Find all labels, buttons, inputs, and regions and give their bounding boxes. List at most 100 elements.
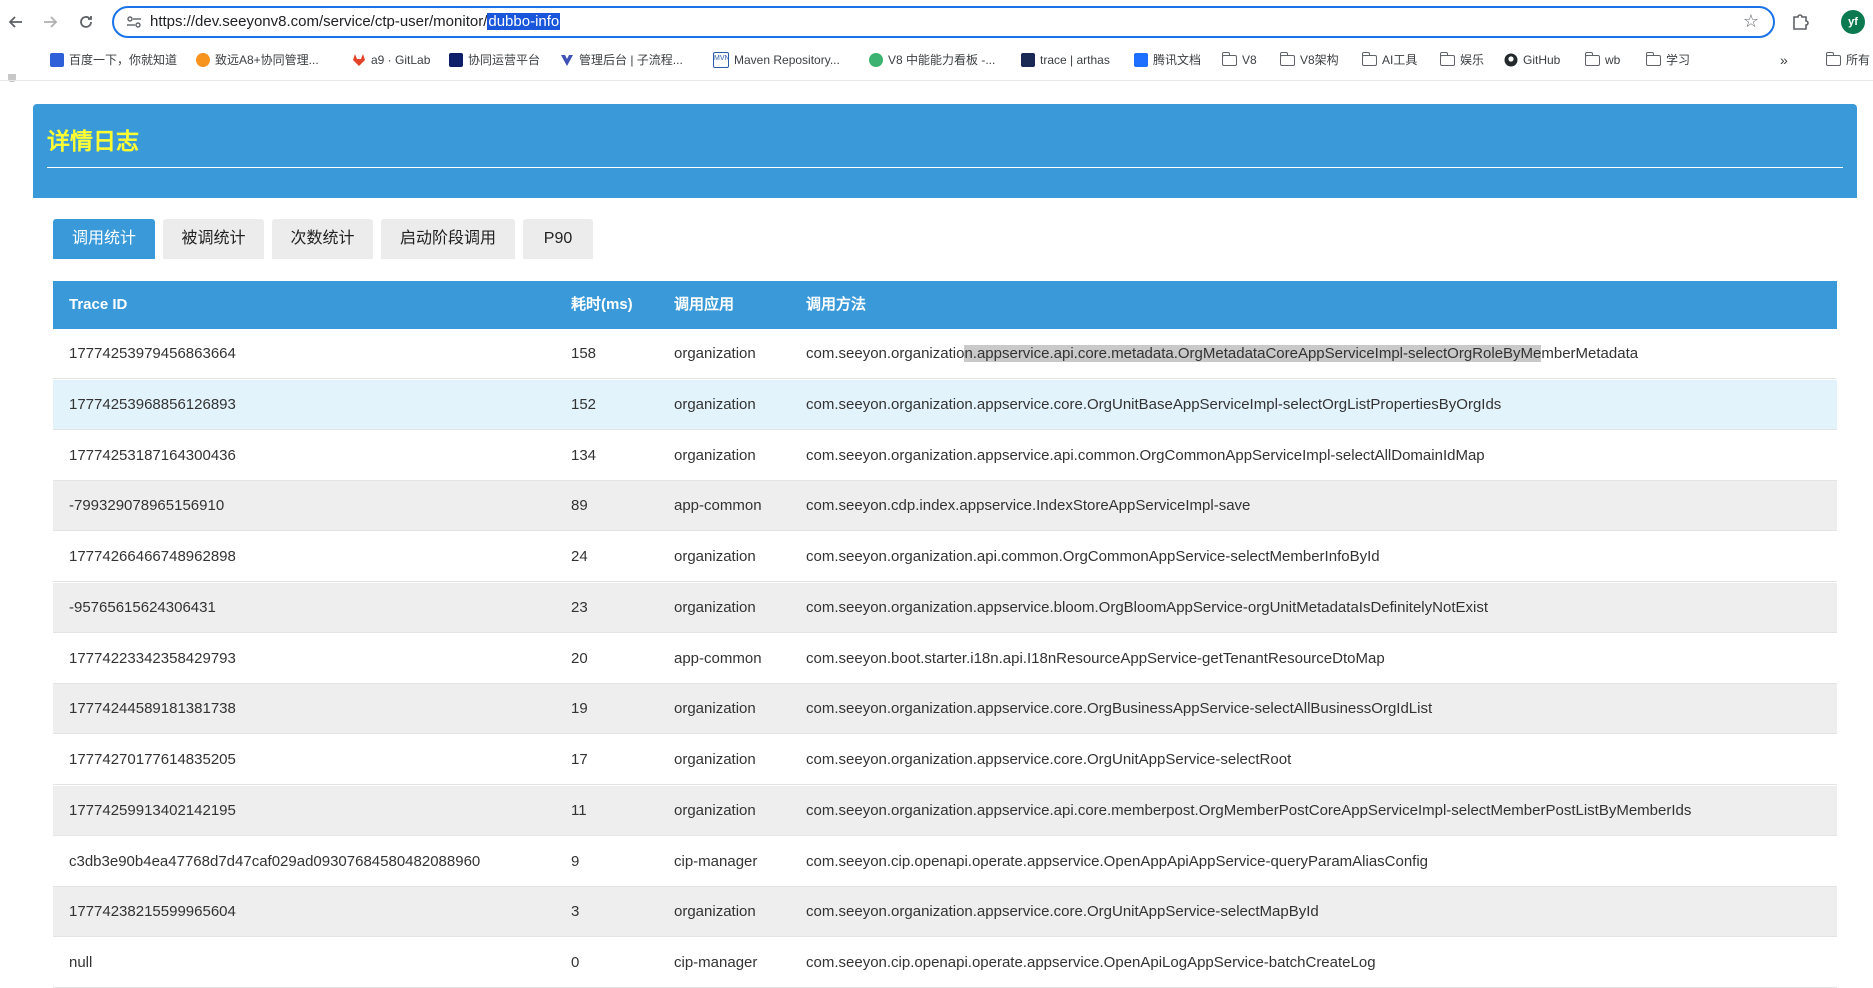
trace-id-cell: 17774238215599965604 <box>69 903 236 921</box>
bookmark-gitlab[interactable]: a9 · GitLab <box>352 50 430 70</box>
bookmark-label: 学习 <box>1666 53 1691 67</box>
duration-cell: 20 <box>571 649 588 667</box>
app-cell: app-common <box>674 649 762 667</box>
trace-id-cell: 17774223342358429793 <box>69 649 236 667</box>
table-row[interactable]: 17774253187164300436 134 organization com.s… <box>53 430 1837 481</box>
bookmark-folder-all[interactable]: 所有 <box>1825 50 1870 70</box>
duration-cell: 24 <box>571 548 588 565</box>
duration-cell: 152 <box>571 395 597 413</box>
url-selected-text: dubbo-info <box>487 13 561 30</box>
table-row[interactable]: -95765615624306431 23 organization com.seey… <box>53 582 1837 633</box>
divider <box>47 167 1843 168</box>
reload-icon[interactable] <box>72 8 100 36</box>
back-icon[interactable] <box>2 8 30 36</box>
method-cell: com.seeyon.organization.appservice.core.… <box>806 735 1291 785</box>
bookmark-v8-board[interactable]: V8 中能能力看板 -... <box>869 50 995 70</box>
extensions-icon[interactable] <box>1789 11 1811 33</box>
bookmark-label: a9 · GitLab <box>371 53 431 67</box>
column-header-app[interactable]: 调用应用 <box>674 281 734 329</box>
divider <box>0 80 1873 81</box>
app-cell: organization <box>674 598 756 616</box>
app-cell: organization <box>674 801 756 819</box>
table-row[interactable]: 17774238215599965604 3 organization com.see… <box>53 887 1837 938</box>
browser-toolbar: https://dev.seeyonv8.com/service/ctp-use… <box>0 0 1873 44</box>
bookmark-folder-wb[interactable]: wb <box>1584 50 1621 70</box>
method-text: com.seeyon.organization.appservice.core.… <box>806 751 1292 768</box>
column-header-method[interactable]: 调用方法 <box>806 281 866 329</box>
bookmark-label: AI工具 <box>1382 53 1418 67</box>
method-text: com.seeyon.organizatio <box>806 345 965 362</box>
bookmark-seeyon-a8[interactable]: 致远A8+协同管理... <box>196 50 319 70</box>
forward-icon[interactable] <box>36 8 64 36</box>
bookmark-label: Maven Repository... <box>734 53 840 67</box>
vue-icon <box>561 55 573 66</box>
bookmark-star-icon[interactable]: ☆ <box>1743 11 1759 32</box>
trace-id-cell: -799329078965156910 <box>69 497 225 515</box>
folder-icon <box>1361 51 1377 66</box>
bookmark-folder-ai[interactable]: AI工具 <box>1361 50 1418 70</box>
method-text: com.seeyon.organization.appservice.core.… <box>806 903 1319 921</box>
trace-id-cell: 17774253187164300436 <box>69 446 236 464</box>
bookmark-maven[interactable]: MVN Maven Repository... <box>713 50 840 70</box>
table-row[interactable]: 17774253979456863664 158 organization com.s… <box>53 329 1837 379</box>
column-header-duration[interactable]: 耗时(ms) <box>571 281 633 329</box>
method-cell: com.seeyon.organization.appservice.api.c… <box>806 329 1638 379</box>
bookmark-platform[interactable]: 协同运营平台 <box>449 50 540 70</box>
table-row[interactable]: c3db3e90b4ea47768d7d47caf029ad0930768458… <box>53 836 1837 887</box>
bookmark-label: 致远A8+协同管理... <box>215 53 319 67</box>
address-bar[interactable]: https://dev.seeyonv8.com/service/ctp-use… <box>112 6 1775 38</box>
column-header-trace-id[interactable]: Trace ID <box>69 281 127 329</box>
bookmark-folder-v8-arch[interactable]: V8架构 <box>1279 50 1339 70</box>
bookmarks-bar: 百度一下，你就知道 致远A8+协同管理... a9 · GitLab 协同运营平… <box>0 46 1873 74</box>
trace-id-cell: c3db3e90b4ea47768d7d47caf029ad0930768458… <box>69 852 481 870</box>
duration-cell: 23 <box>571 598 588 616</box>
bookmark-folder-fun[interactable]: 娱乐 <box>1439 50 1485 70</box>
table-row[interactable]: null 0 cip-manager com.seeyon.cip.openapi.o… <box>53 938 1837 988</box>
tab-count-stats[interactable]: 次数统计 <box>272 219 373 259</box>
method-text: com.seeyon.cip.openapi.operate.appservic… <box>806 852 1429 870</box>
method-cell: com.seeyon.organization.api.common.OrgCo… <box>806 532 1380 582</box>
method-text: com.seeyon.organization.api.common.OrgCo… <box>806 548 1380 565</box>
profile-avatar[interactable]: yf <box>1841 10 1865 34</box>
table-row[interactable]: 17774266466748962898 24 organization com.se… <box>53 532 1837 582</box>
bookmark-tencent-docs[interactable]: 腾讯文档 <box>1134 50 1201 70</box>
table-row[interactable]: 17774253968856126893 152 organization com.s… <box>53 379 1837 430</box>
table-row[interactable]: 17774223342358429793 20 app-common com.seey… <box>53 633 1837 684</box>
bookmark-folder-study[interactable]: 学习 <box>1645 50 1691 70</box>
tab-called-stats[interactable]: 被调统计 <box>163 219 264 259</box>
app-cell: organization <box>674 548 756 565</box>
url-text[interactable]: https://dev.seeyonv8.com/service/ctp-use… <box>150 8 561 36</box>
bookmark-label: 腾讯文档 <box>1153 53 1202 67</box>
table-row[interactable]: 17774244589181381738 19 organization com.se… <box>53 684 1837 735</box>
method-cell: com.seeyon.cip.openapi.operate.appservic… <box>806 938 1376 988</box>
site-info-icon[interactable] <box>126 15 142 29</box>
duration-cell: 11 <box>571 801 587 819</box>
bookmark-label: 娱乐 <box>1460 53 1485 67</box>
table-header: Trace ID 耗时(ms) 调用应用 调用方法 <box>53 281 1837 329</box>
gitlab-icon <box>353 54 365 66</box>
trace-id-cell: 17774253968856126893 <box>69 395 236 413</box>
method-cell: com.seeyon.organization.appservice.api.c… <box>806 786 1691 836</box>
tab-p90[interactable]: P90 <box>523 219 593 259</box>
method-text: com.seeyon.organization.appservice.api.c… <box>806 446 1485 464</box>
folder-icon <box>1279 51 1295 66</box>
folder-icon <box>1645 51 1661 66</box>
bookmark-label: wb <box>1605 53 1621 67</box>
table-row[interactable]: 17774270177614835205 17 organization com.se… <box>53 735 1837 785</box>
seeyon-icon <box>196 53 210 67</box>
folder-icon <box>1825 51 1841 66</box>
v8-icon <box>869 53 883 67</box>
bookmark-admin[interactable]: 管理后台 | 子流程... <box>560 50 683 70</box>
bookmark-arthas[interactable]: trace | arthas <box>1021 50 1110 70</box>
bookmarks-overflow-icon[interactable]: » <box>1780 50 1788 70</box>
table-row[interactable]: -799329078965156910 89 app-common com.seeyo… <box>53 481 1837 532</box>
method-text: com.seeyon.cdp.index.appservice.IndexSto… <box>806 497 1251 515</box>
method-text: com.seeyon.cip.openapi.operate.appservic… <box>806 954 1376 971</box>
bookmark-baidu[interactable]: 百度一下，你就知道 <box>50 50 177 70</box>
bookmark-folder-v8[interactable]: V8 <box>1221 50 1257 70</box>
tab-startup-calls[interactable]: 启动阶段调用 <box>381 219 515 259</box>
bookmark-github[interactable]: GitHub <box>1504 50 1560 70</box>
baidu-icon <box>50 53 64 67</box>
table-row[interactable]: 17774259913402142195 11 organization com.se… <box>53 785 1837 836</box>
tab-call-stats[interactable]: 调用统计 <box>53 219 155 259</box>
